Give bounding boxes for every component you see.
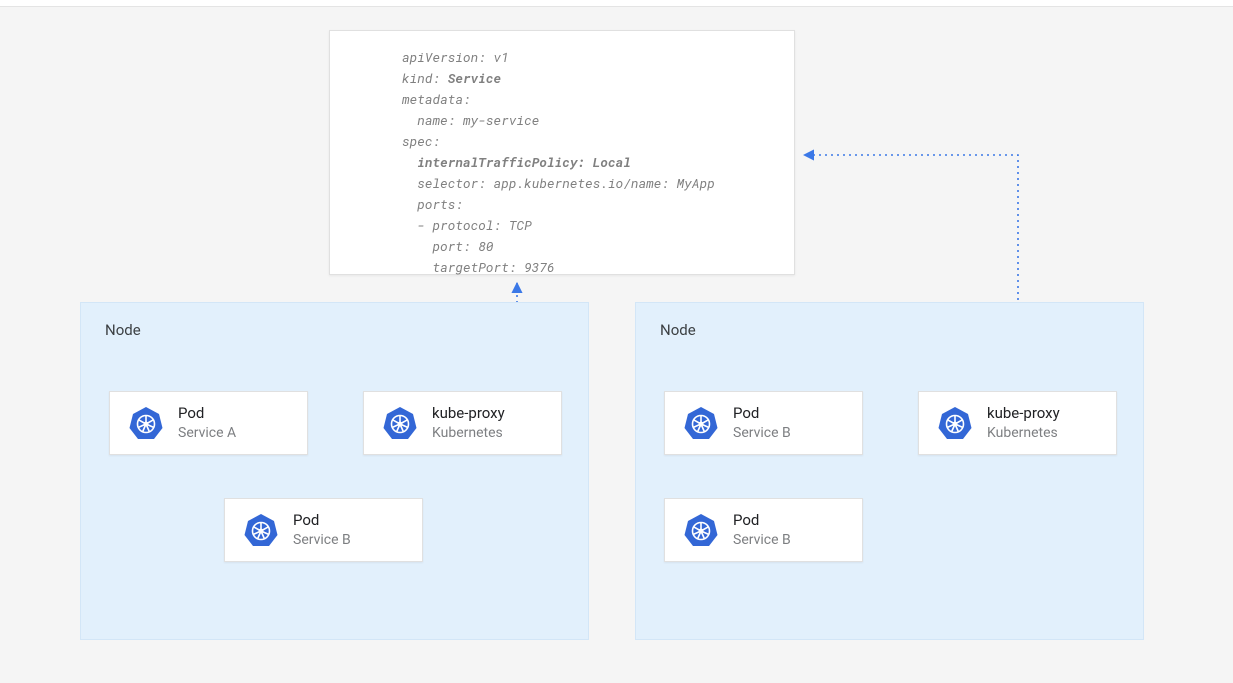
pod-subtitle: Kubernetes bbox=[432, 425, 505, 443]
pod-subtitle: Service B bbox=[293, 532, 351, 550]
node-right: Node Pod Service B kub bbox=[635, 302, 1144, 640]
kubernetes-icon bbox=[683, 405, 719, 441]
pod-service-b-right-1: Pod Service B bbox=[664, 391, 863, 455]
pod-title: Pod bbox=[733, 404, 791, 423]
yaml-code: apiVersion: v1 kind: Service metadata: n… bbox=[402, 47, 770, 278]
kube-proxy-left: kube-proxy Kubernetes bbox=[363, 391, 562, 455]
kubernetes-icon bbox=[243, 512, 279, 548]
node-left: Node Pod Service A kub bbox=[80, 302, 589, 640]
node-title: Node bbox=[660, 321, 696, 339]
node-title: Node bbox=[105, 321, 141, 339]
kubernetes-icon bbox=[128, 405, 164, 441]
pod-title: Pod bbox=[178, 404, 236, 423]
pod-title: Pod bbox=[733, 511, 791, 530]
kubernetes-icon bbox=[937, 405, 973, 441]
pod-title: Pod bbox=[293, 511, 351, 530]
pod-subtitle: Kubernetes bbox=[987, 425, 1060, 443]
pod-subtitle: Service B bbox=[733, 532, 791, 550]
kube-proxy-right: kube-proxy Kubernetes bbox=[918, 391, 1117, 455]
pod-title: kube-proxy bbox=[432, 404, 505, 423]
kubernetes-icon bbox=[382, 405, 418, 441]
diagram-canvas: apiVersion: v1 kind: Service metadata: n… bbox=[0, 0, 1233, 683]
yaml-spec-card: apiVersion: v1 kind: Service metadata: n… bbox=[329, 30, 795, 275]
pod-service-b-right-2: Pod Service B bbox=[664, 498, 863, 562]
pod-subtitle: Service B bbox=[733, 425, 791, 443]
pod-subtitle: Service A bbox=[178, 425, 236, 443]
pod-service-b-left: Pod Service B bbox=[224, 498, 423, 562]
pod-service-a: Pod Service A bbox=[109, 391, 308, 455]
pod-title: kube-proxy bbox=[987, 404, 1060, 423]
kubernetes-icon bbox=[683, 512, 719, 548]
top-bar bbox=[0, 0, 1233, 7]
